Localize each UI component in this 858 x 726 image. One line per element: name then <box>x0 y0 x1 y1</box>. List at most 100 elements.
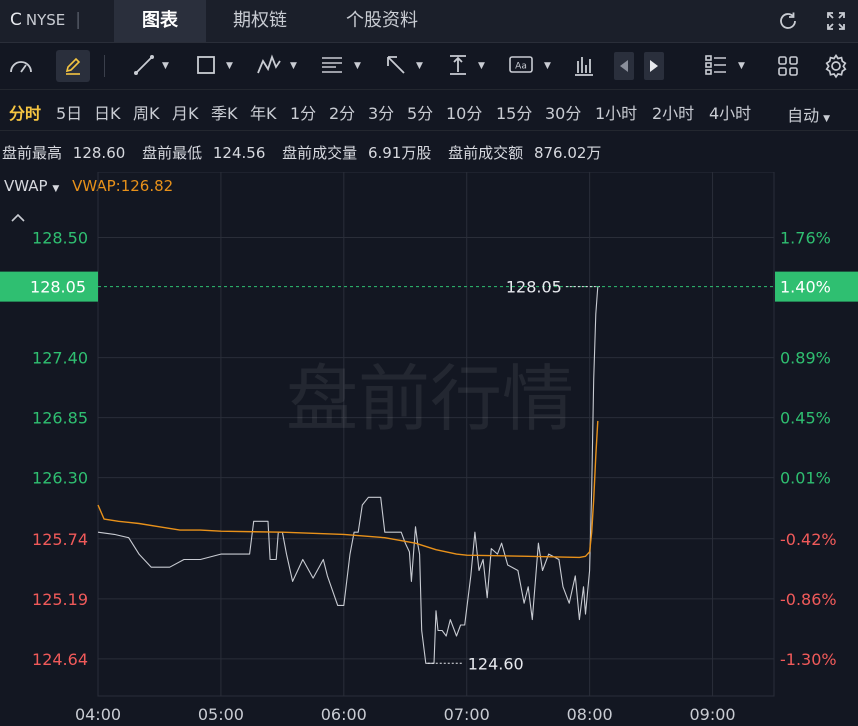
top-bar: C NYSE | 图表 期权链 个股资料 <box>0 0 858 43</box>
toolbar-divider <box>104 55 105 77</box>
refresh-icon[interactable] <box>776 9 800 33</box>
prev-button[interactable] <box>614 52 634 80</box>
price-tick-label: 127.40 <box>32 349 88 368</box>
tab-stock-profile[interactable]: 个股资料 <box>330 0 434 42</box>
percent-tick-label: -0.86% <box>780 590 837 609</box>
next-button[interactable] <box>644 52 664 80</box>
period-15m[interactable]: 15分 <box>496 100 532 124</box>
pencil-tool-button[interactable] <box>56 50 90 82</box>
layout-list-button[interactable]: ▼ <box>704 53 750 79</box>
gauge-icon[interactable] <box>8 54 34 78</box>
time-tick-label: 05:00 <box>198 705 244 724</box>
period-10m[interactable]: 10分 <box>446 100 482 124</box>
price-tick-label: 126.30 <box>32 469 88 488</box>
chevron-down-icon: ▼ <box>416 61 423 71</box>
period-day[interactable]: 日K <box>94 100 121 124</box>
time-tick-label: 04:00 <box>75 705 121 724</box>
chart-annotations: 128.05 1.40% 128.05 124.60 <box>0 271 858 673</box>
arrow-tool-button[interactable]: ▼ <box>384 53 428 79</box>
time-axis: 04:00 05:00 06:00 07:00 08:00 09:00 <box>75 705 736 724</box>
current-price-badge: 128.05 <box>0 271 98 302</box>
current-percent-badge: 1.40% <box>775 271 858 302</box>
line-tool-button[interactable]: ▼ <box>132 53 176 79</box>
price-tick-label: 125.19 <box>32 590 88 609</box>
period-4h[interactable]: 4小时 <box>709 100 751 124</box>
premarket-high: 盘前最高 128.60 <box>2 144 126 162</box>
percent-tick-label: -1.30% <box>780 650 837 669</box>
text-tool-button[interactable]: Aa ▼ <box>508 53 556 79</box>
period-30m[interactable]: 30分 <box>545 100 581 124</box>
period-1m[interactable]: 1分 <box>290 100 316 124</box>
period-3m[interactable]: 3分 <box>368 100 394 124</box>
chevron-down-icon: ▼ <box>162 61 169 71</box>
auto-scale-dropdown[interactable]: 自动 ▼ <box>787 102 830 126</box>
period-week[interactable]: 周K <box>133 100 160 124</box>
measure-tool-icon <box>450 55 466 75</box>
chart-series <box>97 286 600 664</box>
percent-tick-label: 1.76% <box>780 229 831 248</box>
symbol-separator: | <box>75 10 81 30</box>
rectangle-tool-icon <box>197 56 215 74</box>
drawing-toolbar: ▼ ▼ ▼ ▼ ▼ ▼ Aa ▼ ▼ <box>0 43 858 90</box>
period-1h[interactable]: 1小时 <box>595 100 637 124</box>
period-2m[interactable]: 2分 <box>329 100 355 124</box>
chart-watermark: 盘前行情 <box>286 357 574 441</box>
bar-chart-icon[interactable] <box>572 53 596 79</box>
period-5d[interactable]: 5日 <box>56 100 82 124</box>
period-quarter[interactable]: 季K <box>211 100 238 124</box>
prev-icon <box>620 60 628 72</box>
pencil-icon <box>65 57 81 75</box>
price-tick-label: 124.64 <box>32 650 88 669</box>
premarket-turnover: 盘前成交额 876.02万 <box>448 144 602 162</box>
fib-tool-button[interactable]: ▼ <box>320 53 366 79</box>
tab-chart[interactable]: 图表 <box>114 0 206 42</box>
tab-option-chain[interactable]: 期权链 <box>214 0 306 42</box>
chevron-down-icon: ▼ <box>354 61 361 71</box>
text-tool-icon: Aa <box>509 56 533 73</box>
price-tick-label: 128.50 <box>32 229 88 248</box>
period-year[interactable]: 年K <box>250 100 277 124</box>
time-tick-label: 08:00 <box>567 705 613 724</box>
percent-tick-label: 0.89% <box>780 349 831 368</box>
chevron-down-icon: ▼ <box>290 61 297 71</box>
grid-icon[interactable] <box>776 54 800 78</box>
premarket-info: 盘前最高 128.60 盘前最低 124.56 盘前成交量 6.91万股 盘前成… <box>2 142 613 163</box>
chevron-down-icon: ▼ <box>544 61 551 71</box>
measure-tool-button[interactable]: ▼ <box>446 53 490 79</box>
period-2h[interactable]: 2小时 <box>652 100 694 124</box>
auto-scale-label: 自动 <box>787 106 820 125</box>
symbol-header[interactable]: C NYSE | <box>10 10 81 30</box>
period-month[interactable]: 月K <box>172 100 199 124</box>
price-line <box>97 286 600 664</box>
period-selector: 分时 5日 日K 周K 月K 季K 年K 1分 2分 3分 5分 10分 15分… <box>0 90 858 131</box>
arrow-tool-icon <box>387 56 405 74</box>
max-annotation-label: 128.05 <box>506 278 562 297</box>
pattern-tool-button[interactable]: ▼ <box>256 53 302 79</box>
percent-tick-label: 0.45% <box>780 409 831 428</box>
current-price-badge-label: 128.05 <box>30 278 86 297</box>
rectangle-tool-button[interactable]: ▼ <box>194 53 238 79</box>
line-tool-icon <box>134 55 154 75</box>
next-icon <box>650 60 658 72</box>
price-chart[interactable]: 盘前行情 128.50 127.40 126.85 126.30 125.74 125.1… <box>0 172 858 726</box>
percent-tick-label: 0.01% <box>780 469 831 488</box>
fullscreen-icon[interactable] <box>824 9 848 33</box>
symbol-ticker: C <box>10 10 22 30</box>
premarket-volume: 盘前成交量 6.91万股 <box>282 144 432 162</box>
chevron-down-icon: ▼ <box>226 61 233 71</box>
price-tick-label: 125.74 <box>32 530 88 549</box>
time-tick-label: 07:00 <box>444 705 490 724</box>
layout-list-icon <box>705 55 726 75</box>
min-annotation-label: 124.60 <box>468 654 524 673</box>
chevron-down-icon: ▼ <box>738 61 745 71</box>
price-tick-label: 126.85 <box>32 409 88 428</box>
chevron-down-icon: ▼ <box>823 114 830 124</box>
vwap-line <box>97 420 599 559</box>
period-5m[interactable]: 5分 <box>407 100 433 124</box>
premarket-low: 盘前最低 124.56 <box>142 144 266 162</box>
text-tool-label: Aa <box>515 62 527 72</box>
current-percent-badge-label: 1.40% <box>780 278 831 297</box>
period-intraday[interactable]: 分时 <box>9 100 41 124</box>
chevron-down-icon: ▼ <box>478 61 485 71</box>
settings-icon[interactable] <box>823 53 849 79</box>
